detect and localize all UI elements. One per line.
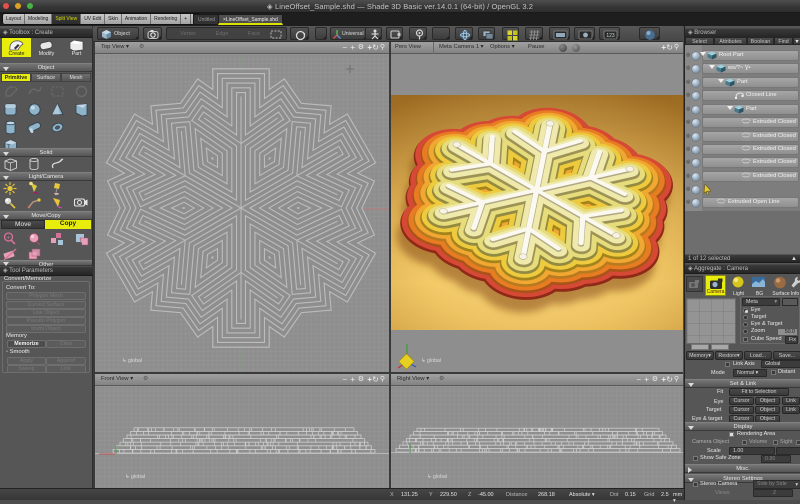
svg-text:123: 123 [606, 33, 615, 39]
svg-text:+: + [7, 236, 11, 242]
